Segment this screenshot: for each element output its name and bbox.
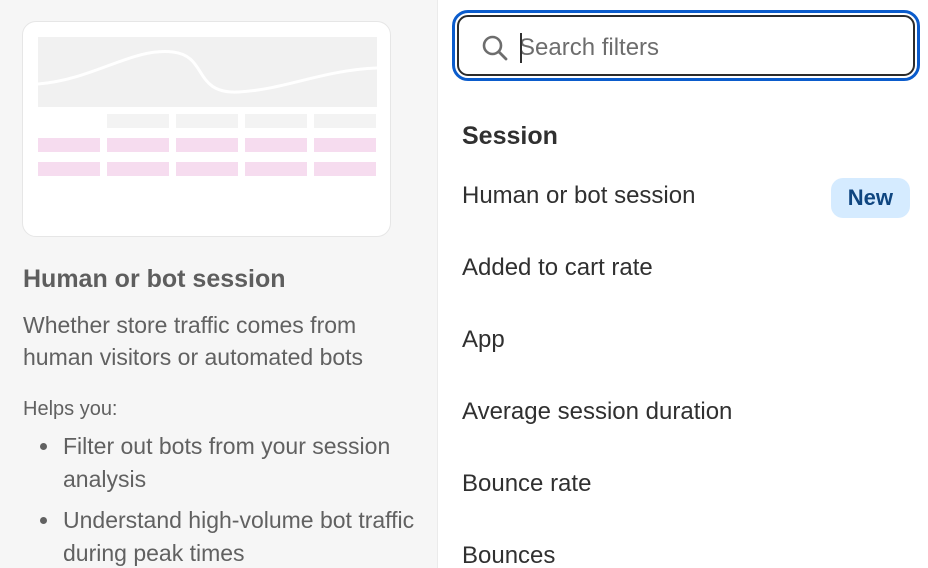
filter-detail-pane: Human or bot session Whether store traff…: [0, 0, 438, 568]
preview-graphic: [37, 37, 378, 176]
filter-item-human-or-bot-session[interactable]: Human or bot session New: [452, 166, 922, 226]
filter-item-label: Average session duration: [462, 398, 733, 425]
text-caret: [520, 33, 522, 63]
filter-item-label: App: [462, 326, 505, 353]
preview-table-row-1: [38, 138, 376, 152]
benefits-list: Filter out bots from your session analys…: [40, 430, 420, 568]
filter-item-label: Bounce rate: [462, 470, 592, 497]
section-title-session: Session: [462, 122, 558, 150]
filter-item-label: Added to cart rate: [462, 254, 653, 281]
filter-detail-title: Human or bot session: [23, 265, 286, 293]
preview-table-header: [107, 114, 376, 128]
benefit-text: Understand high-volume bot traffic durin…: [63, 507, 415, 566]
new-badge: New: [830, 178, 910, 218]
benefit-item: Understand high-volume bot traffic durin…: [40, 504, 420, 568]
filter-item-app[interactable]: App: [452, 310, 922, 370]
search-field-border: [457, 15, 915, 76]
filter-item-label: Bounces: [462, 542, 556, 568]
search-input[interactable]: [519, 29, 899, 67]
benefit-item: Filter out bots from your session analys…: [40, 430, 420, 496]
filter-item-average-session-duration[interactable]: Average session duration: [452, 382, 922, 442]
filter-item-label: Human or bot session: [462, 182, 696, 209]
preview-table-row-2: [38, 162, 376, 176]
filter-detail-description: Whether store traffic comes from human v…: [23, 312, 364, 370]
helps-you-label: Helps you:: [23, 398, 118, 420]
filter-preview-illustration: [22, 21, 391, 237]
filter-item-bounce-rate[interactable]: Bounce rate: [452, 454, 922, 514]
benefit-text: Filter out bots from your session analys…: [63, 433, 391, 492]
bullet-icon: [40, 443, 47, 450]
search-icon: [482, 35, 508, 61]
filter-item-bounces[interactable]: Bounces: [452, 526, 922, 568]
search-filters-field[interactable]: [452, 10, 920, 81]
bullet-icon: [40, 517, 47, 524]
filter-item-added-to-cart-rate[interactable]: Added to cart rate: [452, 238, 922, 298]
